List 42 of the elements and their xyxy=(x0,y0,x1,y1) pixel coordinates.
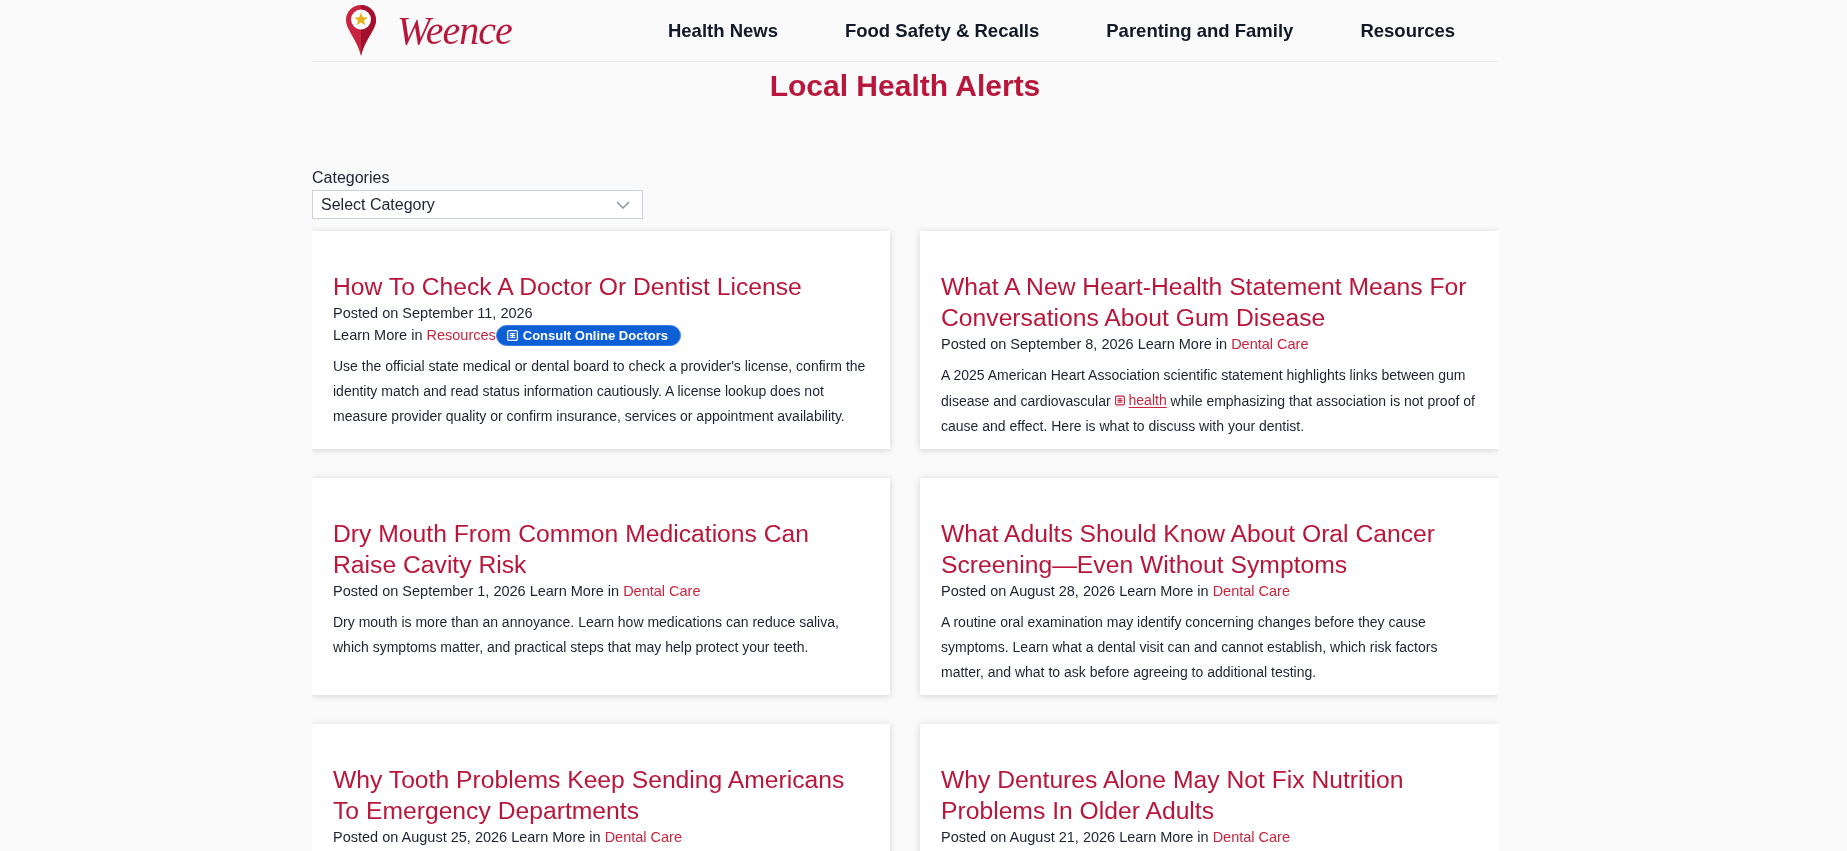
keyword-link[interactable]: health xyxy=(1114,388,1167,413)
post-date: Posted on September 11, 2026 xyxy=(333,304,533,323)
post-date: Posted on August 28, 2026 xyxy=(941,582,1116,601)
learn-more-label: Learn More in xyxy=(511,828,601,847)
learn-more-label: Learn More in xyxy=(333,326,423,345)
post-title[interactable]: What A New Heart-Health Statement Means For Conversations About Gum Disease xyxy=(941,271,1477,333)
nav-link[interactable]: Resources xyxy=(1360,19,1455,42)
post-title[interactable]: What Adults Should Know About Oral Cancer Screening—Even Without Symptoms xyxy=(941,518,1477,580)
nav-link[interactable]: Parenting and Family xyxy=(1106,19,1294,42)
nav-link[interactable]: Health News xyxy=(667,19,778,42)
post-title[interactable]: Dry Mouth From Common Medications Can Raise Cavity Risk xyxy=(333,518,869,580)
categories-label: Categories xyxy=(312,168,390,188)
category-link[interactable]: Dental Care xyxy=(1231,333,1309,355)
chevron-down-icon xyxy=(616,200,630,209)
post-excerpt: Dry mouth is more than an annoyance. Learn how medications can reduce saliva, which symptoms matter, and practical steps that may help protect your teeth. xyxy=(333,613,840,657)
category-select[interactable]: Select Category xyxy=(312,190,643,219)
category-link[interactable]: Dental Care xyxy=(1212,826,1290,848)
map-pin-icon xyxy=(345,4,377,57)
learn-more-label: Learn More in xyxy=(1137,335,1228,354)
post-title[interactable]: How To Check A Doctor Or Dentist License xyxy=(333,271,802,302)
consult-button[interactable]: Consult Online Doctors xyxy=(495,324,681,346)
post-title[interactable]: Why Tooth Problems Keep Sending Americans To Emergency Departments xyxy=(333,764,869,826)
page-title: Local Health Alerts xyxy=(769,68,1041,104)
post-title[interactable]: Why Dentures Alone May Not Fix Nutrition Problems In Older Adults xyxy=(941,764,1477,826)
category-link[interactable]: Dental Care xyxy=(604,826,682,848)
category-link[interactable]: Dental Care xyxy=(623,580,701,602)
category-link[interactable]: Dental Care xyxy=(1212,580,1290,602)
post-excerpt: A routine oral examination may identify concerning changes before they cause symptoms. Learn what a dental visit can and cannot establish, which risk factors matter, and what to ask before agreeing to additional testing. xyxy=(941,613,1439,682)
post-excerpt: A 2025 American Heart Association scientific statement highlights links between gum disease and cardiovascular health while emphasizing that association is not proof of cause and effect. Here is what to discuss with your dentist. xyxy=(941,366,1476,436)
nav-link[interactable]: Food Safety & Recalls xyxy=(844,19,1040,42)
post-date: Posted on August 25, 2026 xyxy=(333,828,508,847)
post-date: Posted on September 8, 2026 xyxy=(941,335,1134,354)
category-link[interactable]: Resources xyxy=(426,324,496,346)
learn-more-label: Learn More in xyxy=(1119,582,1209,601)
post-excerpt: Use the official state medical or dental board to check a provider's license, confirm the identity match and read status information cautiously. A license lookup does not measure provider quality or confirm insurance, services or appointment availability. xyxy=(333,357,867,426)
learn-more-label: Learn More in xyxy=(529,582,620,601)
post-date: Posted on August 21, 2026 xyxy=(941,828,1116,847)
grid-icon xyxy=(506,329,518,341)
learn-more-label: Learn More in xyxy=(1119,828,1209,847)
grid-icon xyxy=(1114,395,1125,406)
post-date: Posted on September 1, 2026 xyxy=(333,582,526,601)
logo-text[interactable]: Weence xyxy=(397,7,512,54)
